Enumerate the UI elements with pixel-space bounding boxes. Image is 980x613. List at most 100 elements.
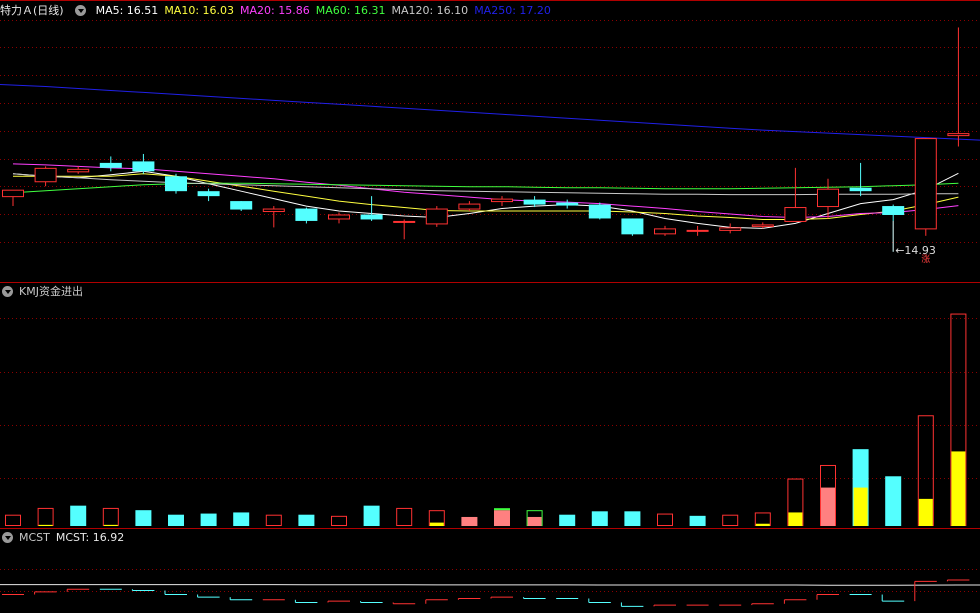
- kmj-bar-outline: [37, 507, 54, 527]
- candle-body: [165, 176, 187, 192]
- candle: [99, 156, 122, 172]
- candle-body: [393, 220, 416, 223]
- kmj-bar: [5, 514, 21, 527]
- kmj-bar-inner: [429, 522, 444, 526]
- kmj-bar: [70, 505, 87, 526]
- kmj-bar: [754, 512, 771, 527]
- candle-body: [491, 198, 513, 203]
- candle: [686, 225, 709, 236]
- candle: [67, 166, 90, 174]
- kmj-bar-outline: [396, 507, 413, 527]
- kmj-bar-outline: [722, 514, 739, 527]
- ma-label-4: MA120: 16.10: [391, 4, 469, 17]
- candle: [817, 178, 839, 219]
- price-panel[interactable]: [0, 27, 980, 252]
- kmj-panel-header: KMJ资金进出: [0, 283, 89, 301]
- kmj-bar-inner: [951, 451, 966, 526]
- kmj-bar: [298, 514, 315, 526]
- kmj-bar-fill: [363, 505, 380, 526]
- kmj-bar-inner: [853, 487, 868, 526]
- candle: [34, 166, 57, 187]
- stock-name: 特力Ａ: [0, 4, 33, 17]
- kmj-bar: [396, 507, 413, 527]
- kmj-bar: [722, 514, 739, 527]
- candle-body: [2, 189, 24, 198]
- kmj-bar: [331, 515, 347, 527]
- kmj-bar: [526, 510, 543, 526]
- mcst-name: MCST: [19, 531, 50, 544]
- candle: [588, 202, 611, 220]
- kmj-bar: [428, 510, 445, 526]
- kmj-bar-fill: [624, 511, 641, 526]
- candle: [328, 212, 350, 224]
- candle-body: [784, 207, 807, 222]
- kmj-bar-outline: [331, 515, 347, 527]
- kmj-bar-fill: [559, 514, 576, 526]
- ma-label-1: MA10: 16.03: [164, 4, 235, 17]
- kmj-bar-inner: [38, 524, 53, 526]
- candle-body: [197, 191, 220, 197]
- kmj-bar: [363, 505, 380, 526]
- kmj-bar: [950, 313, 967, 526]
- candle-body: [947, 133, 970, 137]
- kmj-bar-inner: [755, 523, 770, 526]
- candle-body: [719, 227, 742, 231]
- kmj-bar: [200, 513, 217, 526]
- kmj-bar-fill: [233, 512, 250, 526]
- kmj-bar-fill: [689, 515, 706, 526]
- kmj-bar: [591, 511, 608, 526]
- candle: [556, 199, 579, 209]
- kmj-bar-outline: [754, 512, 771, 527]
- kmj-bar-outline: [657, 513, 673, 527]
- candle: [719, 223, 742, 234]
- candle: [2, 189, 24, 207]
- ma-label-5: MA250: 17.20: [474, 4, 551, 17]
- candle: [947, 27, 970, 147]
- kmj-panel[interactable]: [5, 313, 967, 527]
- candle: [132, 153, 155, 174]
- ma-label-2: MA20: 15.86: [240, 4, 310, 17]
- kmj-bar: [265, 514, 282, 527]
- ma-legend: MA5: 16.51 MA10: 16.03 MA20: 15.86 MA60: 16…: [96, 4, 557, 17]
- candle: [262, 206, 285, 228]
- candle: [491, 196, 513, 207]
- kmj-bar: [233, 512, 250, 526]
- candle-body: [295, 208, 318, 221]
- candle-body: [523, 199, 546, 205]
- candle-body: [34, 167, 57, 183]
- candle-body: [849, 187, 872, 192]
- kmj-bar-outline: [102, 507, 119, 527]
- candle-body: [914, 138, 937, 230]
- kmj-bar: [494, 508, 510, 526]
- candle: [914, 138, 937, 236]
- kmj-bar-inner: [918, 498, 933, 526]
- kmj-dropdown-icon[interactable]: [2, 285, 13, 297]
- kmj-bar-fill: [298, 514, 315, 526]
- kmj-bar: [168, 514, 184, 526]
- candle: [425, 206, 448, 227]
- candle-body: [425, 208, 448, 225]
- candle-body: [132, 161, 155, 172]
- candle: [295, 207, 318, 224]
- mcst-dropdown-icon[interactable]: [2, 531, 13, 543]
- candle: [230, 201, 253, 212]
- ma-line-ma20: [12, 163, 959, 219]
- indicator-dropdown-icon[interactable]: [75, 4, 87, 16]
- mcst-panel[interactable]: [0, 579, 980, 607]
- candle-body: [262, 208, 285, 213]
- candle-body: [99, 162, 122, 168]
- kmj-bar: [917, 415, 934, 527]
- ma-line-ma5: [12, 170, 959, 229]
- candle-body: [67, 168, 90, 173]
- mcst-cost-line: [0, 584, 980, 586]
- candle-body: [328, 214, 350, 220]
- rise-badge: 涨: [921, 254, 931, 265]
- candle-body: [654, 228, 676, 235]
- mcst-panel-header: MCST MCST: 16.92: [0, 529, 130, 547]
- candle-body: [230, 201, 253, 210]
- candle: [654, 225, 676, 236]
- kmj-bar: [820, 464, 836, 527]
- kmj-bar-cap: [494, 508, 510, 511]
- candle: [849, 162, 872, 197]
- kmj-label: KMJ资金进出: [19, 285, 83, 298]
